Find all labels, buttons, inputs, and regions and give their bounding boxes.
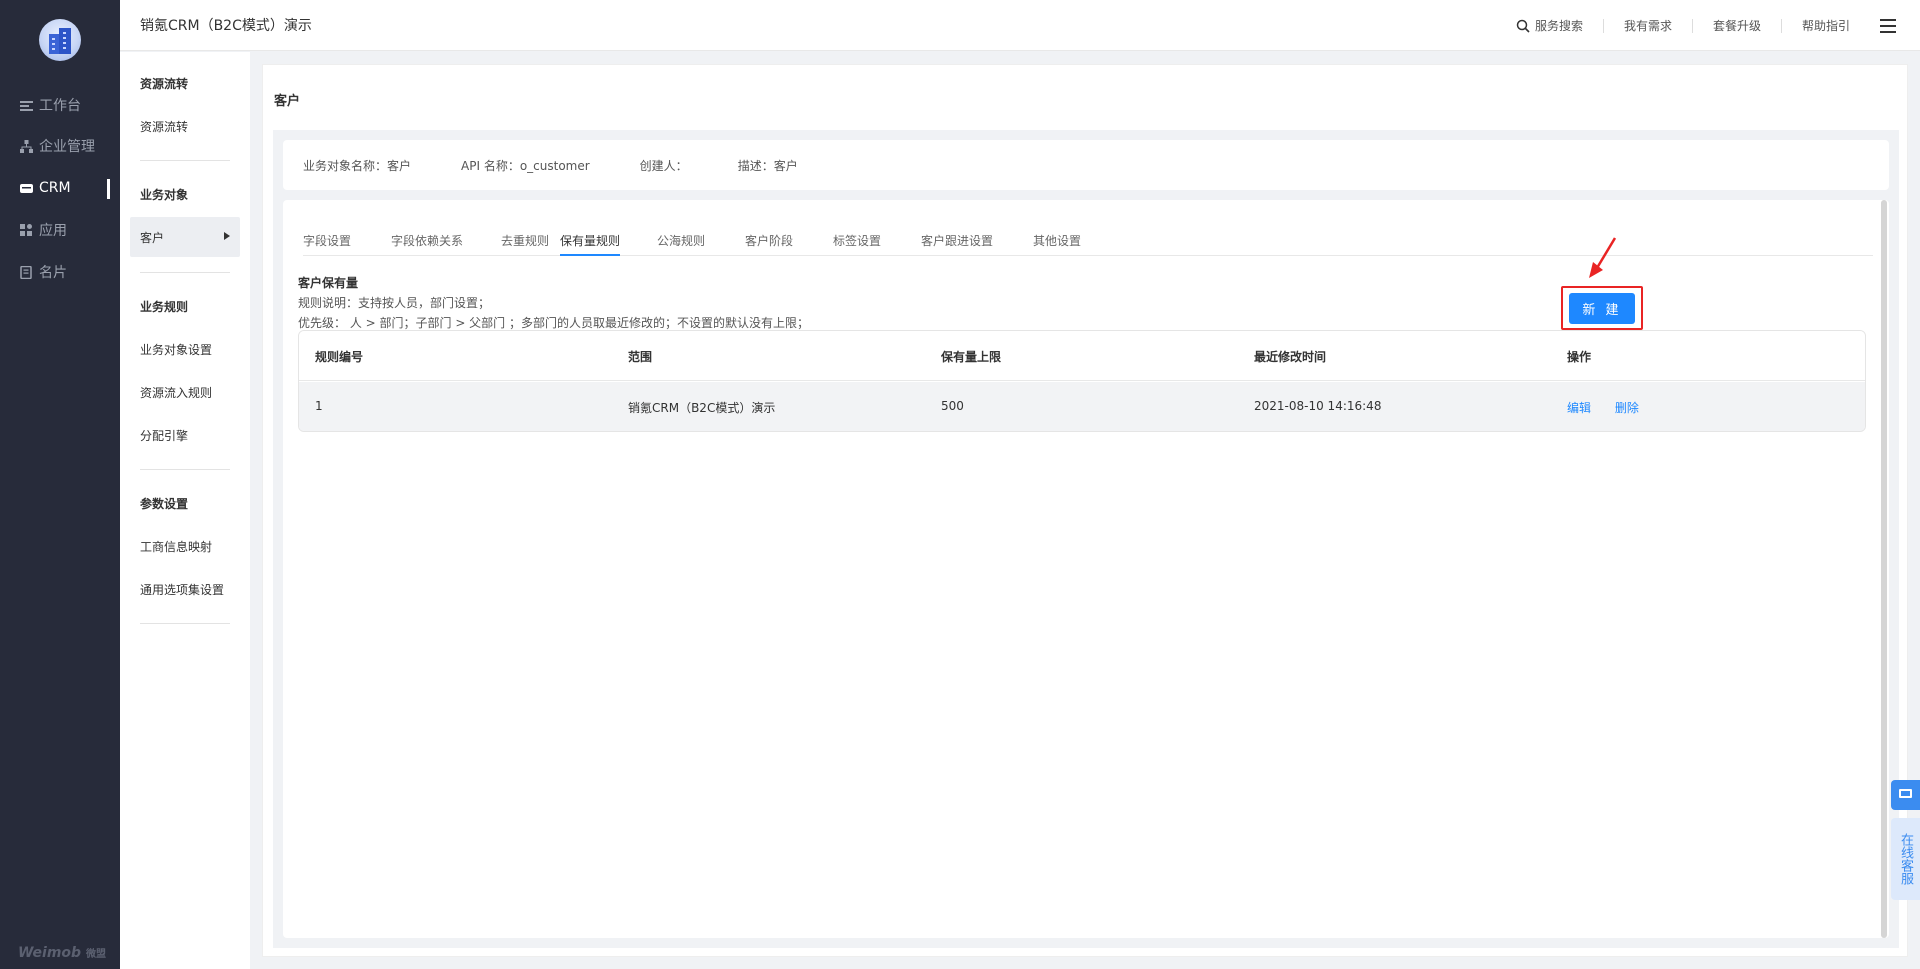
nav-item-label: 名片 [39,265,67,281]
requirements-link[interactable]: 我有需求 [1624,17,1672,34]
sidebar-group-title: 参数设置 [140,497,189,511]
top-bar: 销氪CRM（B2C模式）演示 服务搜索 我有需求 套餐升级 帮助指引 [120,0,1920,51]
rule-description: 规则说明：支持按人员，部门设置； [298,296,491,310]
nav-item-label: 企业管理 [39,139,95,155]
rule-modified-time: 2021-08-10 14:16:48 [1254,399,1382,413]
nav-item-label: 工作台 [39,98,81,114]
section-heading: 客户保有量 [298,276,359,290]
object-name: 业务对象名称：客户 [303,158,412,173]
left-nav: 工作台 企业管理 CRM 应用 名片 Weimob 微盟 [0,0,120,969]
settings-sidebar: 资源流转 资源流转 业务对象 客户 业务规则 业务对象设置 资源流入规则 分配引… [120,52,250,969]
online-service-button[interactable]: 在线客服 [1891,818,1920,900]
nav-item-apps[interactable]: 应用 [0,215,120,245]
divider [1691,18,1693,33]
tab-public-pool-rules[interactable]: 公海规则 [657,232,705,249]
row-actions: 编辑 删除 [1567,399,1659,416]
search-icon [1516,19,1530,33]
annotation-arrow-icon [1589,237,1617,278]
table-header: 规则编号 范围 保有量上限 最近修改时间 操作 [299,331,1865,381]
weimob-brand-logo: Weimob 微盟 [18,945,106,961]
vertical-scrollbar[interactable] [1881,200,1887,938]
creator: 创建人： [639,158,688,173]
upgrade-link[interactable]: 套餐升级 [1713,17,1761,34]
tab-followup-settings[interactable]: 客户跟进设置 [921,232,993,249]
top-menu: 服务搜索 我有需求 套餐升级 帮助指引 [1516,0,1896,51]
business-card-icon [20,265,33,279]
new-rule-button[interactable]: 新 建 [1569,293,1635,324]
crm-card-icon [20,182,33,195]
rule-id: 1 [315,399,323,413]
nav-item-workbench[interactable]: 工作台 [0,90,120,120]
tab-dedup-rules[interactable]: 去重规则 [501,232,549,249]
sidebar-item-option-sets[interactable]: 通用选项集设置 [140,581,224,598]
rule-limit: 500 [941,399,964,413]
tab-field-settings[interactable]: 字段设置 [303,232,351,249]
tab-customer-stages[interactable]: 客户阶段 [745,232,793,249]
help-link[interactable]: 帮助指引 [1802,17,1850,34]
description: 描述：客户 [737,158,798,173]
edit-link[interactable]: 编辑 [1567,401,1591,415]
sidebar-group-title: 业务对象 [140,188,189,202]
divider [140,160,230,161]
nav-item-enterprise[interactable]: 企业管理 [0,131,120,161]
column-header: 范围 [628,350,653,364]
sidebar-group-title: 资源流转 [140,77,189,91]
divider [140,272,230,273]
column-header: 保有量上限 [941,350,1002,364]
column-header: 规则编号 [315,350,364,364]
active-indicator [107,179,110,199]
sidebar-item-business-info-mapping[interactable]: 工商信息映射 [140,538,212,555]
content-wrapper: 业务对象名称：客户 API 名称：o_customer 创建人： 描述：客户 字… [273,130,1899,948]
active-tab-indicator [560,254,620,256]
retention-rules-table: 规则编号 范围 保有量上限 最近修改时间 操作 1 销氪CRM（B2C模式）演示… [298,330,1866,432]
list-icon [20,99,33,112]
delete-link[interactable]: 删除 [1615,401,1639,415]
menu-icon[interactable] [1880,18,1896,33]
sidebar-group-title: 业务规则 [140,300,189,314]
rule-scope: 销氪CRM（B2C模式）演示 [628,401,776,415]
nav-item-cards[interactable]: 名片 [0,257,120,287]
table-row: 1 销氪CRM（B2C模式）演示 500 2021-08-10 14:16:48… [299,382,1865,431]
caret-right-icon [224,232,230,240]
sidebar-item-allocation-engine[interactable]: 分配引擎 [140,427,188,444]
tab-bar: 字段设置 字段依赖关系 去重规则 保有量规则 公海规则 客户阶段 标签设置 客户… [303,220,1873,256]
divider [1780,18,1782,33]
content-card: 字段设置 字段依赖关系 去重规则 保有量规则 公海规则 客户阶段 标签设置 客户… [283,200,1889,938]
sidebar-item-customer[interactable]: 客户 [130,217,240,257]
divider [1602,18,1604,33]
sidebar-item-inflow-rules[interactable]: 资源流入规则 [140,384,212,401]
tab-other-settings[interactable]: 其他设置 [1033,232,1081,249]
nav-item-label: CRM [39,180,71,196]
nav-item-crm[interactable]: CRM [0,173,120,203]
apps-grid-icon [20,223,33,237]
object-info-bar: 业务对象名称：客户 API 名称：o_customer 创建人： 描述：客户 [283,140,1889,190]
main-panel: 客户 业务对象名称：客户 API 名称：o_customer 创建人： 描述：客… [262,64,1908,957]
divider [140,623,230,624]
divider [140,469,230,470]
page-title: 客户 [274,94,301,109]
column-header: 最近修改时间 [1254,350,1327,364]
company-logo[interactable] [39,19,81,61]
column-header: 操作 [1567,350,1592,364]
api-name: API 名称：o_customer [461,158,590,173]
chat-monitor-icon[interactable] [1891,780,1920,810]
org-chart-icon [20,139,33,153]
service-search-button[interactable]: 服务搜索 [1516,17,1583,34]
rule-priority: 优先级： 人 > 部门；子部门 > 父部门 ；多部门的人员取最近修改的；不设置的… [298,316,809,330]
sidebar-item-object-settings[interactable]: 业务对象设置 [140,341,212,358]
nav-item-label: 应用 [39,223,67,239]
sidebar-item-resource-flow[interactable]: 资源流转 [140,118,188,135]
tab-field-dependencies[interactable]: 字段依赖关系 [391,232,463,249]
tab-tag-settings[interactable]: 标签设置 [833,232,881,249]
tab-retention-rules[interactable]: 保有量规则 [560,232,620,249]
app-title: 销氪CRM（B2C模式）演示 [140,18,312,34]
